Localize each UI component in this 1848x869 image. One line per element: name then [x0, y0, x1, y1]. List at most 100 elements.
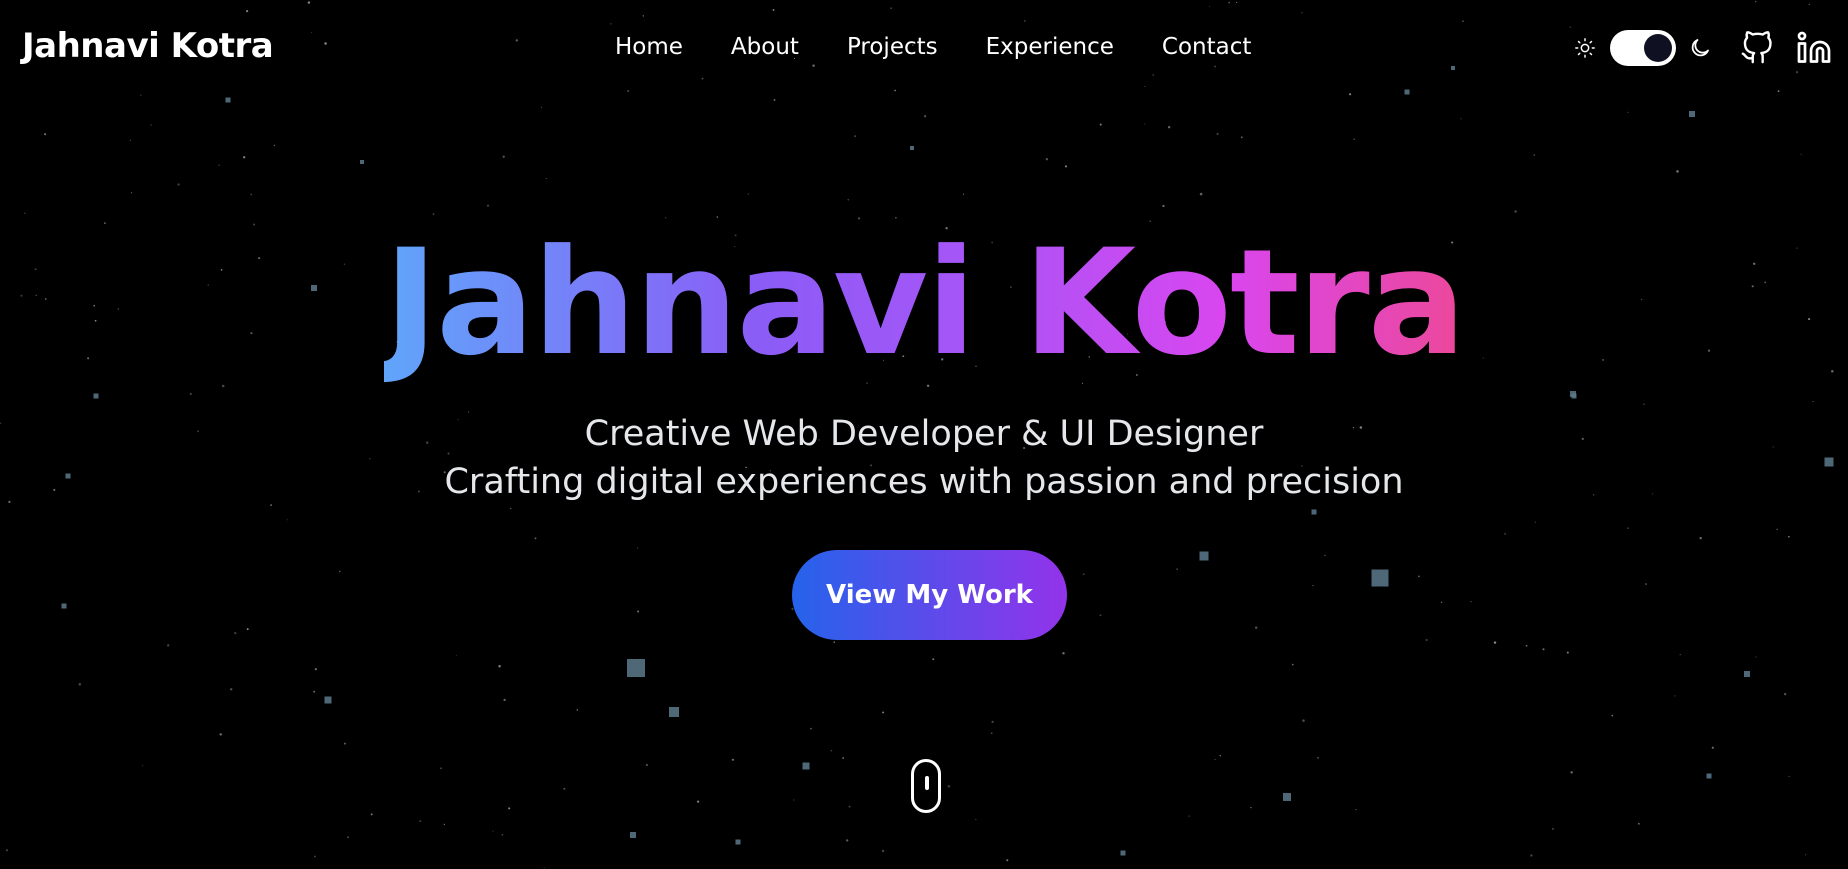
- star-dot: [1711, 746, 1714, 749]
- hero-title-text: Jahnavi Kotra: [383, 218, 1466, 388]
- particle-square: [669, 707, 679, 717]
- star-dot: [697, 800, 700, 803]
- star-dot: [848, 805, 851, 808]
- star-dot: [991, 732, 993, 734]
- star-dot: [167, 644, 170, 647]
- star-dot: [250, 193, 253, 196]
- star-dot: [486, 204, 490, 207]
- star-dot: [313, 690, 316, 693]
- hero-tagline: Crafting digital experiences with passio…: [444, 462, 1404, 502]
- star-dot: [1533, 154, 1536, 156]
- star-dot: [78, 683, 82, 686]
- star-dot: [833, 641, 835, 643]
- theme-toggle[interactable]: [1610, 30, 1676, 66]
- star-dot: [1542, 648, 1545, 651]
- star-dot: [508, 807, 511, 810]
- star-dot: [947, 785, 951, 788]
- star-dot: [1312, 585, 1314, 587]
- particle-square: [1283, 793, 1291, 801]
- particle-square: [735, 839, 741, 845]
- star-dot: [1216, 132, 1219, 135]
- nav-projects[interactable]: Projects: [847, 34, 938, 60]
- star-dot: [1353, 138, 1355, 140]
- brand-logo[interactable]: Jahnavi Kotra: [22, 26, 274, 66]
- nav-about[interactable]: About: [731, 34, 799, 60]
- star-dot: [534, 537, 537, 540]
- star-dot: [847, 199, 849, 201]
- star-dot: [545, 177, 547, 180]
- view-my-work-button[interactable]: View My Work: [792, 550, 1067, 640]
- star-dot: [1199, 192, 1203, 196]
- star-dot: [975, 819, 977, 821]
- hero-subtitle: Creative Web Developer & UI Designer: [584, 414, 1264, 454]
- star-dot: [243, 156, 246, 159]
- star-dot: [540, 106, 542, 108]
- star-dot: [502, 155, 505, 158]
- particle-square: [61, 603, 67, 609]
- star-dot: [130, 192, 133, 194]
- star-dot: [1219, 755, 1221, 757]
- moon-icon: [1691, 39, 1709, 57]
- star-dot: [854, 135, 856, 137]
- star-dot: [104, 222, 106, 225]
- hero-title: Jahnavi Kotra: [0, 228, 1848, 378]
- star-dot: [510, 508, 512, 510]
- star-dot: [1162, 204, 1165, 208]
- star-dot: [747, 193, 750, 195]
- star-dot: [1530, 854, 1533, 857]
- star-dot: [1240, 136, 1243, 139]
- star-dot: [1611, 714, 1614, 717]
- star-dot: [1788, 775, 1790, 778]
- github-icon[interactable]: [1740, 30, 1774, 66]
- star-dot: [1064, 165, 1068, 168]
- star-dot: [347, 836, 349, 838]
- star-dot: [5, 849, 8, 852]
- star-dot: [432, 213, 435, 215]
- star-dot: [576, 709, 579, 711]
- star-dot: [1302, 719, 1305, 722]
- star-dot: [1788, 535, 1790, 538]
- star-dot: [1755, 656, 1757, 658]
- star-dot: [1627, 527, 1629, 529]
- particle-square: [1706, 773, 1712, 779]
- star-dot: [1062, 652, 1065, 655]
- star-dot: [1676, 170, 1679, 173]
- star-dot: [1674, 695, 1676, 697]
- star-dot: [1418, 575, 1420, 578]
- star-dot: [1804, 854, 1807, 856]
- star-dot: [1167, 125, 1171, 129]
- star-dot: [339, 570, 341, 573]
- star-dot: [1783, 692, 1787, 696]
- star-dot: [253, 223, 256, 226]
- star-dot: [1679, 653, 1681, 656]
- nav-home[interactable]: Home: [615, 34, 683, 60]
- nav-contact[interactable]: Contact: [1162, 34, 1251, 60]
- site-header: Jahnavi Kotra Home About Projects Experi…: [0, 0, 1848, 96]
- star-dot: [370, 813, 373, 816]
- star-dot: [1254, 626, 1258, 629]
- particle-square: [1744, 671, 1750, 677]
- star-dot: [142, 765, 144, 767]
- particle-square: [225, 97, 231, 103]
- star-dot: [455, 655, 457, 657]
- linkedin-icon[interactable]: [1796, 30, 1832, 66]
- star-dot: [1570, 771, 1573, 774]
- particle-square: [802, 762, 810, 770]
- scroll-mouse-icon[interactable]: [911, 759, 941, 813]
- star-dot: [314, 668, 317, 671]
- nav-experience[interactable]: Experience: [986, 34, 1114, 60]
- star-dot: [1514, 210, 1517, 213]
- star-dot: [1470, 601, 1472, 603]
- star-dot: [1643, 403, 1645, 405]
- star-dot: [443, 823, 446, 826]
- star-dot: [492, 830, 494, 832]
- star-dot: [1291, 663, 1294, 666]
- star-dot: [177, 183, 180, 186]
- star-dot: [246, 628, 249, 631]
- star-dot: [419, 820, 421, 822]
- star-dot: [1638, 822, 1640, 825]
- star-dot: [44, 133, 47, 136]
- star-dot: [218, 164, 220, 166]
- star-dot: [1812, 400, 1814, 403]
- theme-toggle-knob: [1644, 34, 1672, 62]
